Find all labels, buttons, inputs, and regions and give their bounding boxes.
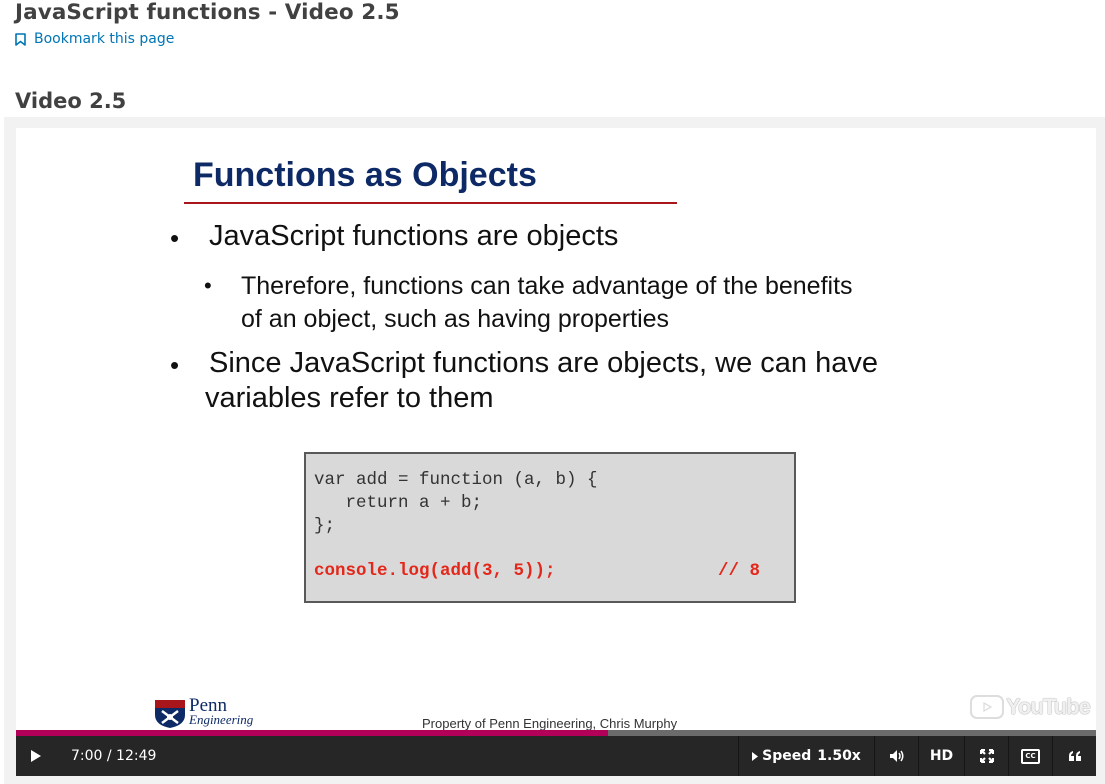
- code-line: return a + b;: [314, 493, 483, 513]
- bookmark-label: Bookmark this page: [34, 31, 175, 47]
- slide-footer: Property of Penn Engineering, Chris Murp…: [422, 716, 678, 731]
- speed-button[interactable]: Speed 1.50x: [738, 736, 874, 776]
- time-display: 7:00 / 12:49: [71, 748, 157, 764]
- closed-captions-icon: CC: [1021, 748, 1040, 764]
- bullet-2-line2: variables refer to them: [205, 382, 494, 414]
- bookmark-button[interactable]: Bookmark this page: [15, 31, 174, 47]
- code-line: var add = function (a, b) {: [314, 470, 598, 490]
- bullet-dot: •: [170, 350, 180, 380]
- speed-label: Speed: [762, 748, 812, 764]
- code-comment: // 8: [718, 561, 761, 581]
- play-icon: [31, 750, 41, 762]
- caret-right-icon: [752, 751, 759, 761]
- hd-button[interactable]: HD: [918, 736, 964, 776]
- title-underline: [184, 202, 677, 204]
- video-controls: 7:00 / 12:49 Speed 1.50x HD CC: [16, 736, 1096, 776]
- penn-shield-icon: [155, 700, 185, 728]
- speed-value: 1.50x: [817, 748, 861, 764]
- sub-bullet-dot: •: [204, 273, 212, 298]
- penn-engineering-logo: Penn Engineering: [154, 695, 254, 729]
- sub-bullet-1-line1: Therefore, functions can take advantage …: [241, 272, 853, 300]
- transcript-button[interactable]: [1052, 736, 1096, 776]
- volume-button[interactable]: [874, 736, 918, 776]
- page-title: JavaScript functions - Video 2.5: [15, 0, 400, 25]
- logo-penn-text: Penn: [189, 695, 227, 716]
- bullet-dot: •: [170, 223, 180, 253]
- bookmark-icon: [15, 32, 26, 46]
- code-block: var add = function (a, b) { return a + b…: [304, 452, 796, 603]
- slide-title: Functions as Objects: [193, 156, 537, 194]
- fullscreen-button[interactable]: [964, 736, 1008, 776]
- volume-icon: [889, 750, 903, 762]
- transcript-icon: [1068, 751, 1081, 761]
- youtube-watermark[interactable]: YouTube: [970, 694, 1091, 720]
- closed-captions-button[interactable]: CC: [1008, 736, 1052, 776]
- bullet-1: JavaScript functions are objects: [209, 220, 619, 252]
- play-button[interactable]: [16, 736, 56, 776]
- sub-bullet-1-line2: of an object, such as having properties: [241, 305, 670, 333]
- logo-engineering-text: Engineering: [189, 712, 254, 727]
- youtube-play-icon: [970, 695, 1004, 719]
- youtube-text: YouTube: [1006, 694, 1091, 719]
- code-line: };: [314, 516, 336, 536]
- fullscreen-icon: [979, 749, 994, 763]
- code-line-highlight: console.log(add(3, 5));: [314, 561, 556, 581]
- video-frame[interactable]: Functions as Objects • JavaScript functi…: [16, 128, 1096, 736]
- video-heading: Video 2.5: [15, 89, 127, 113]
- bullet-2-line1: Since JavaScript functions are objects, …: [209, 347, 878, 379]
